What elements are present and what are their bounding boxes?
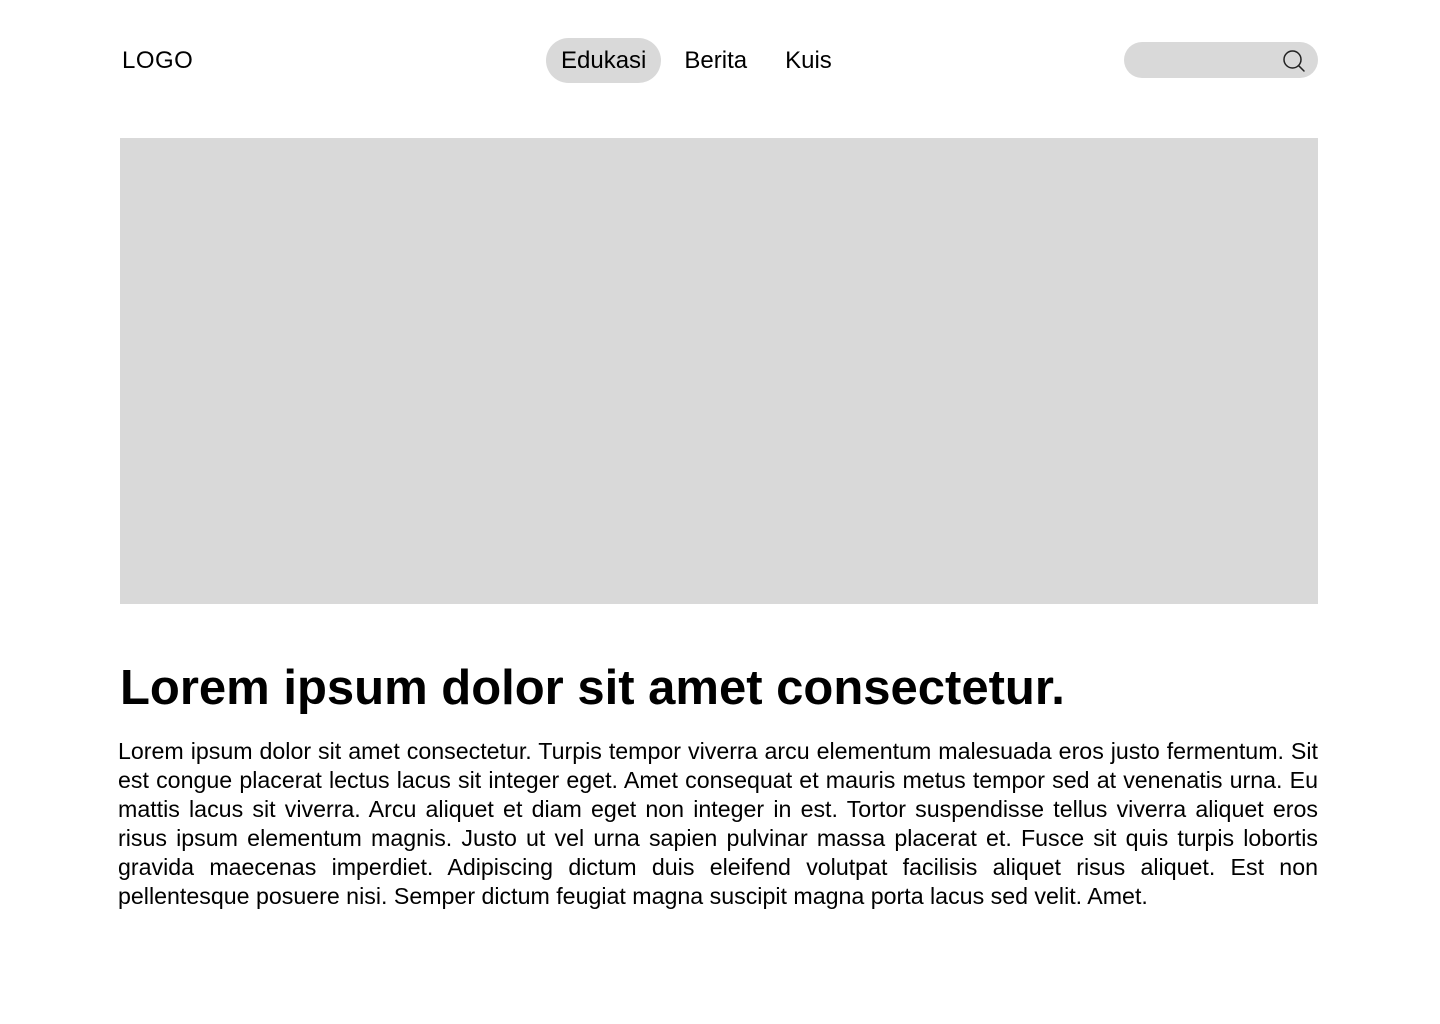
search-bar[interactable] bbox=[1124, 42, 1318, 78]
main-nav: Edukasi Berita Kuis bbox=[546, 38, 855, 83]
nav-item-kuis[interactable]: Kuis bbox=[770, 38, 847, 83]
search-input[interactable] bbox=[1138, 42, 1278, 78]
article-title: Lorem ipsum dolor sit amet consectetur. bbox=[120, 661, 1065, 715]
logo[interactable]: LOGO bbox=[122, 46, 193, 76]
nav-item-edukasi[interactable]: Edukasi bbox=[546, 38, 662, 83]
article-body: Lorem ipsum dolor sit amet consectetur. … bbox=[118, 738, 1318, 909]
nav-item-berita[interactable]: Berita bbox=[669, 38, 762, 83]
page: LOGO Edukasi Berita Kuis Lorem ipsum dol… bbox=[0, 0, 1440, 1024]
hero-image-placeholder bbox=[120, 138, 1318, 604]
search-icon[interactable] bbox=[1282, 49, 1306, 73]
